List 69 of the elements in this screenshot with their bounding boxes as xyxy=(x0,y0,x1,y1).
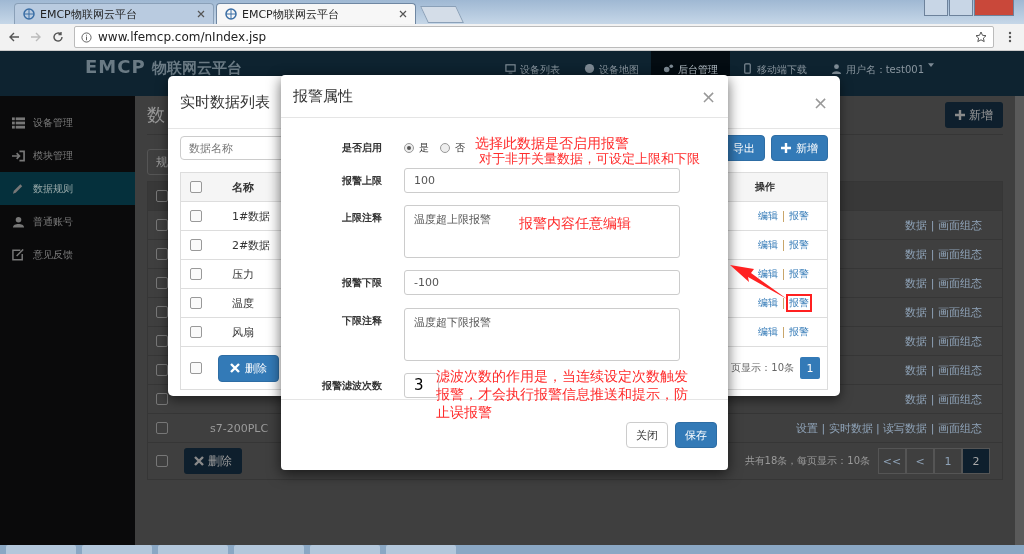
field-label: 下限注释 xyxy=(341,313,382,328)
page-button[interactable]: 2 xyxy=(962,448,990,474)
address-bar[interactable]: www.lfemcp.com/nIndex.jsp xyxy=(74,26,994,48)
row-actions[interactable]: 数据 | 画面组态 xyxy=(905,246,982,262)
table-cell-text: 温度 xyxy=(232,295,255,311)
sidebar-item[interactable]: 数据规则 xyxy=(0,172,135,205)
table-cell-text: 风扇 xyxy=(232,324,255,340)
input-field[interactable]: -100 xyxy=(404,270,680,296)
annotation-text: 选择此数据是否启用报警 xyxy=(475,135,629,152)
table-cell-text: 压力 xyxy=(232,266,255,282)
page-button[interactable]: 1 xyxy=(800,357,820,379)
logo-mark: EMCP xyxy=(85,56,146,77)
sidebar-item[interactable]: 设备管理 xyxy=(0,106,135,139)
sidebar-item[interactable]: 普通账号 xyxy=(0,205,135,238)
column-header: 操作 xyxy=(755,180,776,194)
field-label: 是否启用 xyxy=(341,141,382,155)
annotation-text: 滤波次数的作用是，当连续设定次数触发报警，才会执行报警信息推送和提示，防止误报警 xyxy=(436,367,689,421)
edit-link[interactable]: 编辑 xyxy=(755,265,781,283)
table-cell-text: 2#数据 xyxy=(232,237,272,253)
table-cell: s7-200PLC xyxy=(210,421,269,435)
row-actions[interactable]: 设置 | 实时数据 | 读写数据 | 画面组态 xyxy=(795,420,982,436)
edit-link[interactable]: 编辑 xyxy=(755,207,781,225)
page-title: 数 xyxy=(147,103,165,127)
page-button[interactable]: << xyxy=(878,448,906,474)
row-actions[interactable]: 数据 | 画面组态 xyxy=(905,275,982,291)
edit-link[interactable]: 编辑 xyxy=(755,323,781,341)
save-button[interactable]: 保存 xyxy=(675,422,717,448)
nav-item[interactable]: 设备地图 xyxy=(571,51,651,96)
field-label: 报警下限 xyxy=(341,276,382,291)
row-actions[interactable]: 数据 | 画面组态 xyxy=(905,333,982,349)
alarm-link[interactable]: 报警 xyxy=(786,323,812,341)
delete-button[interactable]: 删除 xyxy=(184,448,242,474)
table-cell-text: 1#数据 xyxy=(232,208,272,224)
field-label: 上限注释 xyxy=(341,211,382,226)
pagination-summary: 共有18条，每页显示：10条 xyxy=(744,454,870,468)
add-button[interactable]: 新增 xyxy=(945,102,1003,128)
browser-tab[interactable]: EMCP物联网云平台 xyxy=(216,3,416,24)
alarm-link[interactable]: 报警 xyxy=(786,294,812,312)
sidebar-item[interactable]: 意见反馈 xyxy=(0,238,135,271)
logo-text: 物联网云平台 xyxy=(151,59,242,78)
page-button[interactable]: 1 xyxy=(934,448,962,474)
add-button[interactable]: 新增 xyxy=(771,135,828,161)
pagination-summary: 页显示：10条 xyxy=(731,361,794,375)
dialog-title: 实时数据列表 xyxy=(180,92,270,112)
field-label: 报警上限 xyxy=(341,174,382,189)
column-header: 名称 xyxy=(232,179,255,195)
page-button[interactable]: < xyxy=(906,448,934,474)
row-actions[interactable]: 数据 | 画面组态 xyxy=(905,217,982,233)
delete-button[interactable]: 删除 xyxy=(218,354,279,382)
alarm-link[interactable]: 报警 xyxy=(786,236,812,254)
row-actions[interactable]: 数据 | 画面组态 xyxy=(905,362,982,378)
sidebar-item[interactable]: 模块管理 xyxy=(0,139,135,172)
nav-item[interactable]: 设备列表 xyxy=(492,51,572,96)
row-actions[interactable]: 数据 | 画面组态 xyxy=(905,304,982,320)
dialog-title: 报警属性 xyxy=(293,86,353,106)
browser-tab[interactable]: EMCP物联网云平台 xyxy=(14,3,214,24)
radio-label: 否 xyxy=(455,141,465,155)
radio-label: 是 xyxy=(419,141,429,155)
annotation-text: 对于非开关量数据，可设定上限和下限 xyxy=(479,150,700,168)
row-actions[interactable]: 数据 | 画面组态 xyxy=(905,391,982,407)
alarm-link[interactable]: 报警 xyxy=(786,265,812,283)
close-button[interactable]: 关闭 xyxy=(626,422,668,448)
edit-link[interactable]: 编辑 xyxy=(755,294,781,312)
text-area[interactable]: 温度超下限报警 xyxy=(404,307,680,361)
annotation-text: 报警内容任意编辑 xyxy=(519,215,631,233)
field-label: 报警滤波次数 xyxy=(321,378,382,393)
edit-link[interactable]: 编辑 xyxy=(755,236,781,254)
alarm-link[interactable]: 报警 xyxy=(786,207,812,225)
input-field[interactable]: 100 xyxy=(404,168,680,194)
